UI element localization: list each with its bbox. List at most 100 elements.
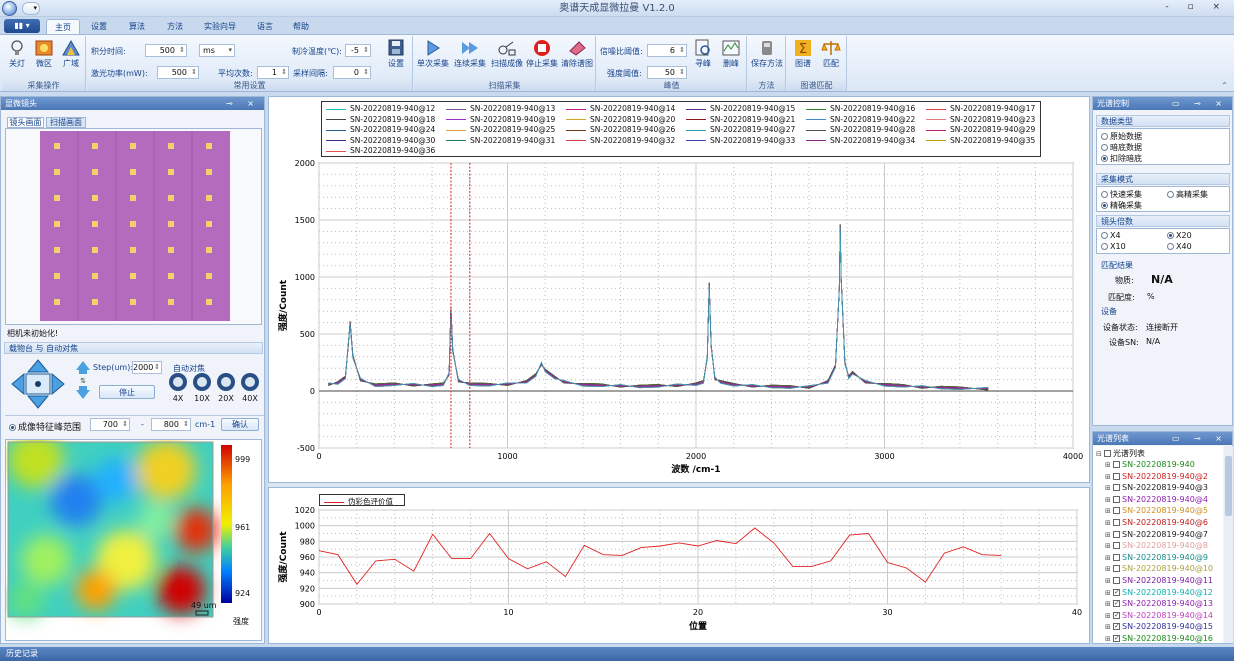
radio-raw-data[interactable]: 原始数据 bbox=[1101, 131, 1142, 142]
legend-item: SN-20220819-940@12 bbox=[326, 104, 435, 113]
integration-time-input[interactable]: 500 bbox=[145, 44, 187, 57]
checkbox[interactable] bbox=[1113, 577, 1120, 584]
spectrum-list-item[interactable]: ⊞ SN-20220819-940@8 bbox=[1105, 540, 1208, 551]
checkbox[interactable] bbox=[1113, 633, 1120, 644]
checkbox[interactable] bbox=[1113, 598, 1120, 609]
objective-4x-button[interactable]: 4X bbox=[167, 372, 189, 408]
checkbox[interactable] bbox=[1113, 610, 1120, 621]
panel-pin-close-icon[interactable]: ⊸ × bbox=[226, 97, 260, 110]
time-unit-select[interactable]: ms bbox=[199, 44, 235, 57]
spectrum-list-item[interactable]: ⊞SN-20220819-940@15 bbox=[1105, 621, 1213, 632]
checkbox[interactable] bbox=[1113, 530, 1120, 538]
spectrum-list-item[interactable]: ⊞SN-20220819-940@12 bbox=[1105, 587, 1213, 598]
scan-imaging-button[interactable]: 扫描成像 bbox=[489, 39, 525, 69]
imaging-range-from[interactable]: 700 bbox=[90, 418, 130, 431]
radio-high-precision[interactable]: 高精采集 bbox=[1167, 189, 1208, 200]
tab-language[interactable]: 语言 bbox=[250, 19, 280, 35]
spectrum-list-item[interactable]: ⊞ SN-20220819-940@11 bbox=[1105, 575, 1213, 586]
checkbox[interactable] bbox=[1113, 484, 1120, 492]
tab-scan-view[interactable]: 扫描画面 bbox=[46, 117, 86, 128]
intensity-threshold-input[interactable]: 50 bbox=[647, 66, 687, 79]
spectrum-list-item[interactable]: ⊞SN-20220819-940@14 bbox=[1105, 610, 1213, 621]
tab-help[interactable]: 帮助 bbox=[286, 19, 316, 35]
average-count-input[interactable]: 1 bbox=[257, 66, 289, 79]
checkbox[interactable] bbox=[1113, 519, 1120, 526]
cooling-temp-input[interactable]: -5 bbox=[345, 44, 371, 57]
step-input[interactable]: 2000 bbox=[132, 361, 162, 374]
objective-40x-button[interactable]: 40X bbox=[239, 372, 261, 408]
imaging-range-to[interactable]: 800 bbox=[151, 418, 191, 431]
radio-x10[interactable]: X10 bbox=[1101, 242, 1126, 251]
checkbox[interactable] bbox=[1113, 495, 1120, 503]
laser-power-input[interactable]: 500 bbox=[157, 66, 199, 79]
radio-dark-subtract[interactable]: 扣除暗底 bbox=[1101, 153, 1142, 164]
spectrum-series-line bbox=[328, 224, 989, 390]
lamp-off-button[interactable]: 关灯 bbox=[5, 39, 29, 69]
tab-settings[interactable]: 设置 bbox=[84, 19, 114, 35]
spectrum-list-item[interactable]: ⊞ SN-20220819-940@3 bbox=[1105, 482, 1208, 493]
wide-area-button[interactable]: 广域 bbox=[59, 39, 83, 69]
checkbox[interactable] bbox=[1113, 587, 1120, 598]
objective-20x-button[interactable]: 20X bbox=[215, 372, 237, 408]
radio-accurate-acquire[interactable]: 精确采集 bbox=[1101, 200, 1142, 211]
checkbox[interactable] bbox=[1113, 472, 1120, 480]
continuous-acquire-button[interactable]: 连续采集 bbox=[452, 39, 488, 69]
spectrum-list-item[interactable]: ⊞SN-20220819-940@16 bbox=[1105, 633, 1213, 644]
tab-method[interactable]: 方法 bbox=[160, 19, 190, 35]
camera-view[interactable] bbox=[5, 128, 262, 325]
checkbox[interactable] bbox=[1113, 553, 1120, 561]
spectrum-series-line bbox=[328, 224, 989, 391]
radio-x40[interactable]: X40 bbox=[1167, 242, 1192, 251]
stage-direction-pad[interactable] bbox=[11, 359, 65, 409]
x-tick-label: 0 bbox=[316, 452, 321, 461]
radio-dark-data[interactable]: 暗底数据 bbox=[1101, 142, 1142, 153]
panel-controls-icon[interactable]: ▭ ⊸ × bbox=[1172, 432, 1228, 445]
settings-button[interactable]: 设置 bbox=[383, 39, 409, 69]
snr-threshold-input[interactable]: 6 bbox=[647, 44, 687, 57]
spectrum-list-item[interactable]: ⊞ SN-20220819-940@9 bbox=[1105, 552, 1208, 563]
spectrum-list-item[interactable]: ⊞ SN-20220819-940@7 bbox=[1105, 529, 1208, 540]
tab-wizard[interactable]: 实验向导 bbox=[198, 19, 242, 35]
stop-acquire-button[interactable]: 停止采集 bbox=[525, 39, 559, 69]
spectrum-list-item[interactable]: ⊞ SN-20220819-940 bbox=[1105, 459, 1195, 470]
checkbox[interactable] bbox=[1113, 507, 1120, 515]
radio-x20[interactable]: X20 bbox=[1167, 231, 1192, 240]
clear-spectra-button[interactable]: 清除谱图 bbox=[559, 39, 595, 69]
tab-home[interactable]: 主页 bbox=[46, 19, 80, 35]
spectrum-list-item[interactable]: ⊞SN-20220819-940@13 bbox=[1105, 598, 1213, 609]
single-acquire-button[interactable]: 单次采集 bbox=[416, 39, 450, 69]
radio-x4[interactable]: X4 bbox=[1101, 231, 1121, 240]
spectrum-list-item[interactable]: ⊞ SN-20220819-940@4 bbox=[1105, 494, 1208, 505]
spectrum-list-item[interactable]: ⊞ SN-20220819-940@5 bbox=[1105, 505, 1208, 516]
sample-interval-input[interactable]: 0 bbox=[333, 66, 371, 79]
z-axis-buttons[interactable]: ⇅ bbox=[75, 360, 91, 400]
objective-icon bbox=[217, 373, 235, 391]
spectrum-library-button[interactable]: Σ 图谱 bbox=[790, 39, 816, 69]
tab-algorithm[interactable]: 算法 bbox=[122, 19, 152, 35]
checkbox[interactable] bbox=[1113, 461, 1120, 468]
file-menu-button[interactable]: ▮▮ ▾ bbox=[4, 19, 40, 33]
tab-lens-view[interactable]: 镜头画面 bbox=[7, 117, 44, 128]
imaging-confirm-button[interactable]: 确认 bbox=[221, 418, 259, 431]
checkbox[interactable] bbox=[1113, 542, 1120, 550]
group-label: 采集操作 bbox=[2, 80, 85, 91]
objective-10x-button[interactable]: 10X bbox=[191, 372, 213, 408]
imaging-range-radio[interactable]: 成像特征峰范围 bbox=[9, 420, 81, 433]
find-peak-button[interactable]: 寻峰 bbox=[691, 39, 715, 69]
stage-stop-button[interactable]: 停止 bbox=[99, 385, 155, 399]
window-controls[interactable]: - ▫ × bbox=[1165, 2, 1228, 12]
spectrum-list-item[interactable]: ⊞ SN-20220819-940@10 bbox=[1105, 563, 1213, 574]
delete-peak-button[interactable]: 删峰 bbox=[719, 39, 743, 69]
radio-fast-acquire[interactable]: 快速采集 bbox=[1101, 189, 1142, 200]
save-method-button[interactable]: 保存方法 bbox=[750, 39, 784, 69]
tree-root[interactable]: ⊟ 光谱列表 bbox=[1096, 448, 1145, 459]
ribbon-collapse-icon[interactable]: ⌃ bbox=[1221, 81, 1228, 90]
spectrum-list-item[interactable]: ⊞ SN-20220819-940@2 bbox=[1105, 471, 1208, 482]
micro-area-button[interactable]: 微区 bbox=[32, 39, 56, 69]
list-scrollbar[interactable] bbox=[1224, 446, 1233, 643]
checkbox[interactable] bbox=[1113, 621, 1120, 632]
checkbox[interactable] bbox=[1113, 565, 1120, 573]
match-button[interactable]: 匹配 bbox=[818, 39, 844, 69]
panel-controls-icon[interactable]: ▭ ⊸ × bbox=[1172, 97, 1228, 110]
spectrum-list-item[interactable]: ⊞ SN-20220819-940@6 bbox=[1105, 517, 1208, 528]
